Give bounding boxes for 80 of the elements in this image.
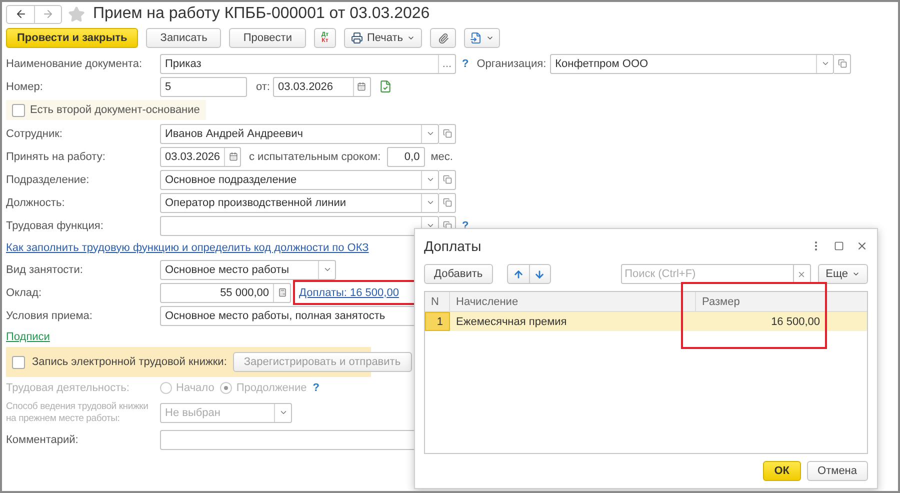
field-label: Трудовая функция:	[6, 220, 104, 232]
column-header[interactable]: Размер	[696, 292, 826, 311]
checkbox-label: Запись электронной трудовой книжки:	[32, 356, 227, 368]
number-field[interactable]: 5	[160, 76, 247, 96]
search-field[interactable]: Поиск (Ctrl+F)	[620, 264, 794, 284]
document-check-icon[interactable]	[378, 80, 392, 93]
window-title: Прием на работу КПББ-000001 от 03.03.2026	[93, 5, 430, 23]
post-close-button[interactable]: Провести и закрыть	[6, 28, 138, 48]
field-label: с испытательным сроком:	[249, 150, 381, 162]
field-label: Номер:	[6, 80, 44, 92]
document-arrow-icon	[470, 32, 482, 44]
more-button[interactable]: Еще	[818, 264, 868, 284]
printer-icon	[350, 32, 363, 44]
unit-label: мес.	[430, 150, 453, 162]
column-header[interactable]: Начисление	[450, 292, 696, 311]
toolbar-button[interactable]: Провести	[229, 28, 306, 48]
caret-icon	[407, 34, 416, 42]
select-field[interactable]: Конфетпром ООО	[550, 54, 834, 74]
star-icon[interactable]	[68, 6, 85, 22]
print-button[interactable]: Печать	[344, 28, 422, 48]
field-label: Организация:	[476, 58, 546, 70]
caret-icon	[486, 34, 494, 42]
copy-icon[interactable]	[834, 54, 852, 74]
select-field[interactable]: Иванов Андрей Андреевич	[160, 124, 439, 144]
ok-button[interactable]: ОК	[763, 461, 801, 481]
caret-icon	[852, 270, 860, 278]
field-label: Способ ведения трудовой книжки на прежнем месте работы:	[6, 400, 150, 424]
field-label: Оклад:	[6, 286, 43, 298]
attach-button[interactable]	[430, 28, 456, 48]
radio-label: Начало	[176, 382, 214, 394]
text-field[interactable]: Приказ ...	[160, 54, 456, 74]
copy-icon[interactable]	[439, 192, 456, 212]
choose-button[interactable]: ...	[438, 54, 455, 72]
copy-icon[interactable]	[439, 170, 456, 190]
date-field[interactable]: 03.03.2026	[272, 76, 371, 96]
arrow-left-icon	[14, 8, 26, 20]
arrow-down-icon	[534, 268, 546, 280]
bonus-link[interactable]: Доплаты: 16 500,00	[299, 286, 399, 298]
field-label: Комментарий:	[6, 434, 80, 446]
table-cell-text: 16 500,00	[770, 314, 821, 330]
number-field[interactable]: 0,0	[386, 146, 425, 166]
add-button[interactable]: Добавить	[424, 264, 493, 284]
arrow-right-icon	[42, 8, 54, 20]
field-label: Вид занятости:	[6, 264, 84, 276]
checkbox[interactable]	[12, 104, 25, 116]
maximize-icon[interactable]	[834, 241, 844, 251]
table-row[interactable]: 1 Ежемесячная премия 16 500,00	[425, 312, 867, 331]
select-field[interactable]: Оператор производственной линии	[160, 192, 439, 212]
field-label: Сотрудник:	[6, 128, 64, 140]
clear-icon[interactable]	[794, 264, 811, 284]
help-link[interactable]: Подписи	[6, 331, 50, 343]
field-label: Условия приема:	[6, 310, 94, 322]
column-header[interactable]: N	[425, 292, 450, 311]
field-label: Трудовая деятельность:	[6, 382, 130, 394]
radio-label: Продолжение	[236, 382, 307, 394]
select-field[interactable]: Основное место работы	[160, 260, 336, 280]
export-button[interactable]	[464, 28, 500, 48]
field-label: Должность:	[6, 196, 66, 208]
field-label: от:	[256, 80, 270, 92]
checkbox[interactable]	[12, 356, 25, 368]
close-icon[interactable]	[856, 240, 868, 252]
toolbar-button[interactable]: Записать	[146, 28, 222, 48]
paperclip-icon	[438, 32, 449, 44]
help-icon[interactable]: ?	[462, 58, 469, 70]
help-link[interactable]: Как заполнить трудовую функцию и определить код должности по ОКЗ	[6, 242, 369, 254]
field-label: Наименование документа:	[6, 58, 144, 70]
table-cell-text: Ежемесячная премия	[455, 314, 568, 330]
checkbox-label: Есть второй документ-основание	[30, 104, 200, 116]
amount-field[interactable]: 55 000,00	[160, 282, 291, 302]
calendar-icon[interactable]	[224, 148, 240, 166]
select-field[interactable]: Основное подразделение	[160, 170, 439, 190]
date-field[interactable]: 03.03.2026	[160, 146, 241, 166]
cancel-button[interactable]: Отмена	[806, 461, 868, 481]
dialog-title: Доплаты	[424, 238, 482, 254]
field-label: Подразделение:	[6, 174, 90, 186]
table-cell: 1	[425, 312, 450, 331]
copy-icon[interactable]	[439, 124, 456, 144]
field-label: Принять на работу:	[6, 150, 106, 162]
arrow-up-icon	[512, 268, 524, 280]
select-field[interactable]	[160, 216, 439, 236]
